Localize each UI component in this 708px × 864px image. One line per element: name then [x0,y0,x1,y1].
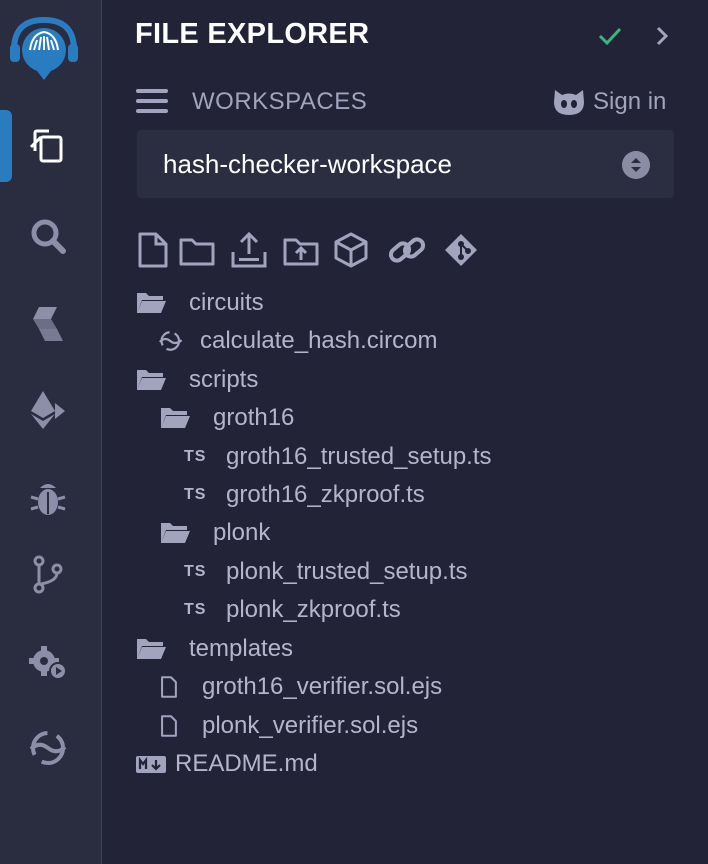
file-groth16-verifier[interactable]: groth16_verifier.sol.ejs [158,670,442,704]
folder-circuits[interactable]: circuits [135,286,264,320]
file-plonk-verifier[interactable]: plonk_verifier.sol.ejs [158,709,418,743]
file-name: groth16_verifier.sol.ejs [202,673,443,700]
sign-in-link[interactable]: Sign in [593,88,666,116]
folder-icon [179,238,215,266]
file-name: plonk_verifier.sol.ejs [202,712,419,739]
bug-icon [30,484,66,515]
file-name: plonk_trusted_setup.ts [226,558,468,585]
folder-plonk[interactable]: plonk [159,516,270,550]
circom-icon [29,731,67,765]
file-icon [161,676,177,698]
git-icon [445,234,477,266]
ethereum-icon [31,391,65,429]
folder-upload-icon [283,238,319,266]
folder-open-icon [161,523,190,543]
workspace-select-value: hash-checker-workspace [163,149,453,179]
folder-open-icon [137,639,166,659]
workspace-template-button[interactable] [332,230,370,270]
upload-tray-icon [231,231,267,268]
file-plonk-trusted-setup[interactable]: TS plonk_trusted_setup.ts [184,555,468,589]
panel-title: FILE EXPLORER [135,18,370,50]
typescript-icon: TS [184,486,207,503]
folder-scripts[interactable]: scripts [135,363,258,397]
workspace-select[interactable]: hash-checker-workspace [137,130,674,198]
file-groth16-trusted-setup[interactable]: TS groth16_trusted_setup.ts [184,440,492,474]
typescript-icon: TS [184,601,207,618]
file-name: groth16_trusted_setup.ts [226,443,492,470]
solidity-icon [33,307,63,341]
github-icon[interactable] [551,86,587,118]
check-icon[interactable] [596,22,624,50]
git-tab[interactable] [22,548,74,600]
link-icon [388,237,426,263]
search-tab[interactable] [22,210,74,262]
file-icon [161,715,177,737]
folder-templates[interactable]: templates [135,632,293,666]
circuit-compiler-tab[interactable] [22,722,74,774]
new-file-icon [138,232,168,268]
hamburger-menu-icon[interactable] [136,86,168,116]
file-readme[interactable]: README.md [135,747,318,781]
file-name: groth16_zkproof.ts [226,481,425,508]
folder-groth16[interactable]: groth16 [159,401,294,435]
folder-name: groth16 [213,404,295,431]
circom-file-icon [158,331,183,351]
remix-logo-icon[interactable] [8,10,80,90]
folder-name: plonk [213,519,271,546]
search-icon [31,219,66,254]
active-indicator [0,110,12,182]
folder-open-icon [161,408,190,428]
file-name: calculate_hash.circom [200,327,438,354]
file-name: README.md [175,750,318,777]
solidity-compiler-tab[interactable] [22,298,74,350]
file-name: plonk_zkproof.ts [226,596,401,623]
select-arrows-icon [622,151,650,179]
deploy-run-tab[interactable] [22,384,74,436]
folder-name: scripts [189,366,259,393]
file-explorer-panel: FILE EXPLORER WORKSPACES Sign in hash-ch… [102,0,708,864]
git-init-button[interactable] [442,230,480,270]
icon-rail [0,0,102,864]
new-folder-button[interactable] [178,230,216,270]
settings-tab[interactable] [22,636,74,688]
link-button[interactable] [386,230,426,270]
markdown-icon [136,756,166,773]
folder-open-icon [137,293,166,313]
typescript-icon: TS [184,448,207,465]
git-branch-icon [33,555,63,594]
file-plonk-zkproof[interactable]: TS plonk_zkproof.ts [184,593,401,627]
folder-open-icon [137,370,166,390]
publish-gist-button[interactable] [230,230,268,270]
gear-play-icon [29,646,67,680]
file-calculate-hash[interactable]: calculate_hash.circom [158,324,437,358]
files-icon [29,129,63,163]
typescript-icon: TS [184,563,207,580]
folder-name: templates [189,635,294,662]
folder-name: circuits [189,289,264,316]
cube-icon [334,232,368,268]
chevron-right-icon[interactable] [650,22,674,50]
workspaces-label: WORKSPACES [192,88,368,115]
file-groth16-zkproof[interactable]: TS groth16_zkproof.ts [184,478,425,512]
debugger-tab[interactable] [22,472,74,524]
file-explorer-tab[interactable] [22,120,74,172]
new-file-button[interactable] [134,230,172,270]
upload-folder-button[interactable] [282,230,320,270]
